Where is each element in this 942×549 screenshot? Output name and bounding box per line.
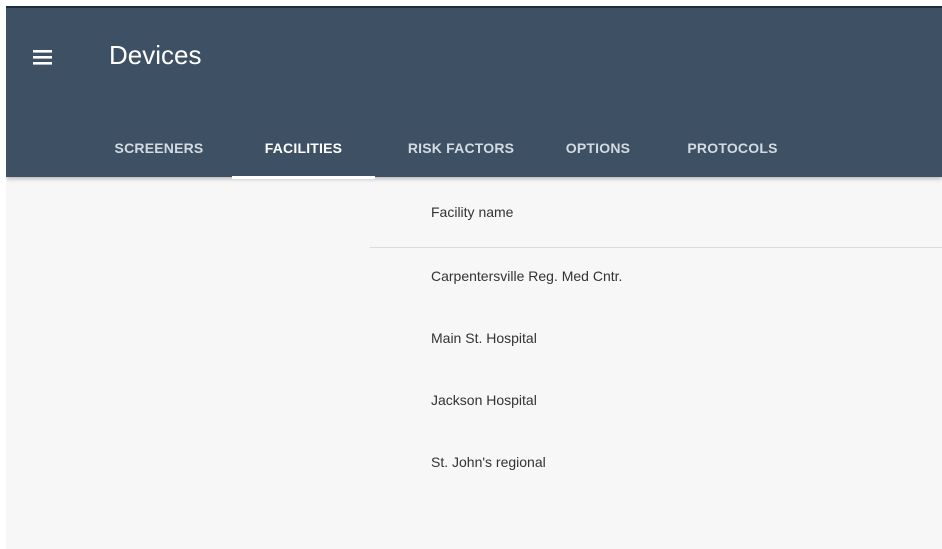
- tab-risk-factors[interactable]: RISK FACTORS: [375, 122, 547, 179]
- facility-list-item[interactable]: Jackson Hospital: [370, 372, 942, 434]
- tab-screeners[interactable]: SCREENERS: [86, 122, 232, 179]
- tab-protocols[interactable]: PROTOCOLS: [649, 122, 816, 179]
- app-bar: Devices SCREENERS FACILITIES RISK FACTOR…: [6, 6, 942, 179]
- menu-button[interactable]: [26, 40, 62, 76]
- page-title: Devices: [109, 40, 202, 70]
- facility-list-header: Facility name: [370, 177, 942, 248]
- tab-options[interactable]: OPTIONS: [547, 122, 649, 179]
- column-header-facility-name: Facility name: [431, 204, 514, 220]
- tab-bar: SCREENERS FACILITIES RISK FACTORS OPTION…: [86, 122, 816, 179]
- facility-list-item[interactable]: St. John's regional: [370, 434, 942, 496]
- app-window: Devices SCREENERS FACILITIES RISK FACTOR…: [6, 6, 942, 549]
- facility-list-item[interactable]: Carpentersville Reg. Med Cntr.: [370, 248, 942, 310]
- hamburger-menu-icon: [33, 50, 52, 65]
- tab-facilities[interactable]: FACILITIES: [232, 122, 375, 179]
- facility-list: Carpentersville Reg. Med Cntr. Main St. …: [370, 248, 942, 496]
- facility-list-item[interactable]: Main St. Hospital: [370, 310, 942, 372]
